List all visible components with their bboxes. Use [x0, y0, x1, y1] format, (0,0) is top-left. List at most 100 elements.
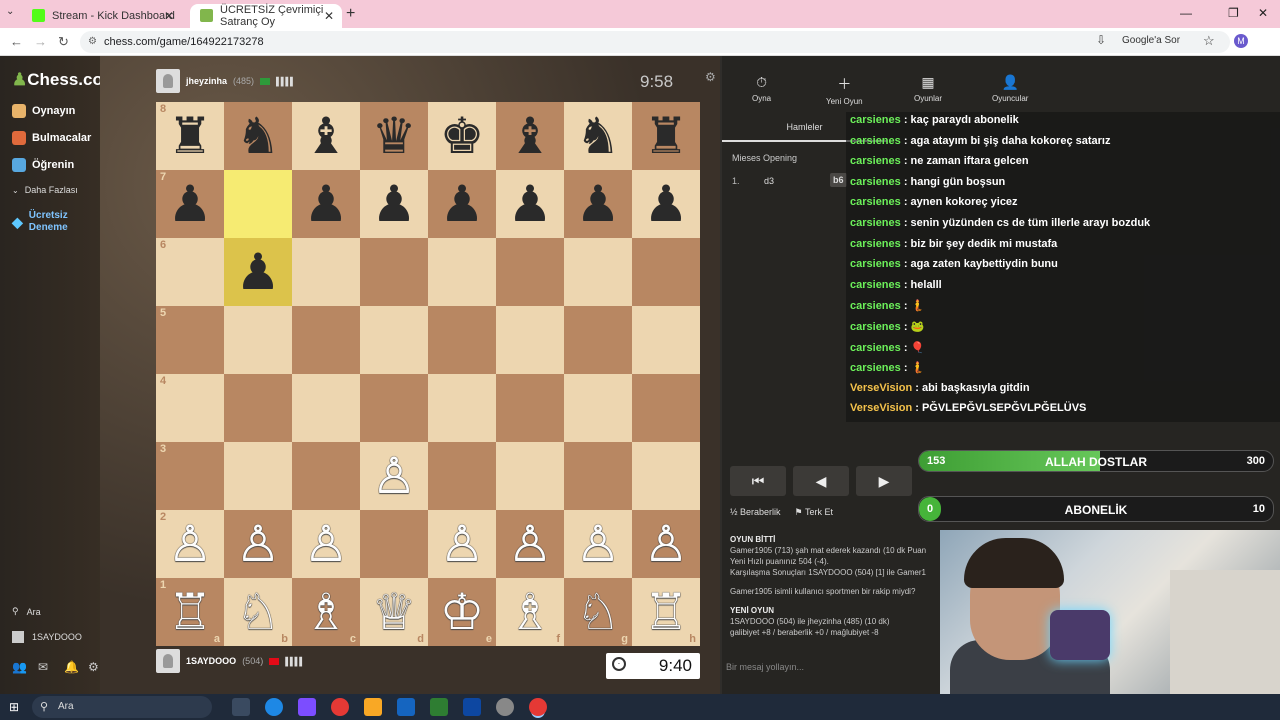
square-e7[interactable]: ♟ [428, 170, 496, 238]
square-e8[interactable]: ♚ [428, 102, 496, 170]
white-move[interactable]: d3 [764, 176, 774, 186]
square-a5[interactable]: 5 [156, 306, 224, 374]
url-field[interactable]: ⚙ chess.com/game/164922173278 [80, 31, 1230, 53]
square-b5[interactable] [224, 306, 292, 374]
sidebar-item-more[interactable]: ⌄ Daha Fazlası [12, 185, 78, 195]
install-icon[interactable]: ⇩ [1096, 33, 1106, 47]
messages-icon[interactable]: ✉ [38, 660, 48, 674]
sidebar-search[interactable]: ⚲ Ara [12, 606, 41, 617]
square-b7[interactable] [224, 170, 292, 238]
square-e6[interactable] [428, 238, 496, 306]
chess-piece[interactable]: ♜ [644, 111, 689, 161]
chess-piece[interactable]: ♘ [236, 587, 281, 637]
profile-avatar[interactable]: M [1234, 34, 1248, 48]
square-b1[interactable]: ♘ b [224, 578, 292, 646]
chrome-icon[interactable] [331, 698, 349, 716]
copilot-icon[interactable] [298, 698, 316, 716]
square-d1[interactable]: ♕ d [360, 578, 428, 646]
square-f8[interactable]: ♝ [496, 102, 564, 170]
black-move[interactable]: b6 [830, 173, 847, 187]
chess-piece[interactable]: ♚ [440, 111, 485, 161]
chess-piece[interactable]: ♖ [168, 587, 213, 637]
square-a8[interactable]: ♜ 8 [156, 102, 224, 170]
square-h1[interactable]: ♖ h [632, 578, 700, 646]
site-info-icon[interactable]: ⚙ [88, 31, 97, 53]
square-e1[interactable]: ♔ e [428, 578, 496, 646]
task-view-icon[interactable] [232, 698, 250, 716]
square-e3[interactable] [428, 442, 496, 510]
friends-icon[interactable]: 👥 [12, 660, 27, 674]
notifications-icon[interactable]: 🔔 [64, 660, 79, 674]
square-b2[interactable]: ♙ [224, 510, 292, 578]
reload-icon[interactable]: ↻ [58, 34, 69, 50]
chess-piece[interactable]: ♙ [644, 519, 689, 569]
chess-piece[interactable]: ♟ [372, 179, 417, 229]
store-icon[interactable] [430, 698, 448, 716]
square-b6[interactable]: ♟ [224, 238, 292, 306]
square-h6[interactable] [632, 238, 700, 306]
square-h4[interactable] [632, 374, 700, 442]
square-g3[interactable] [564, 442, 632, 510]
square-h2[interactable]: ♙ [632, 510, 700, 578]
square-g2[interactable]: ♙ [564, 510, 632, 578]
square-a6[interactable]: 6 [156, 238, 224, 306]
square-d6[interactable] [360, 238, 428, 306]
opening-name[interactable]: Mieses Opening [732, 153, 797, 163]
resign-button[interactable]: ⚑ Terk Et [795, 507, 833, 518]
square-d7[interactable]: ♟ [360, 170, 428, 238]
first-move-button[interactable]: ⏮ [730, 466, 786, 496]
tab-players[interactable]: 👤 Oyuncular [992, 74, 1028, 103]
square-d8[interactable]: ♛ [360, 102, 428, 170]
square-f1[interactable]: ♗ f [496, 578, 564, 646]
obs-icon[interactable] [496, 698, 514, 716]
square-g1[interactable]: ♘ g [564, 578, 632, 646]
edge-icon[interactable] [265, 698, 283, 716]
square-c6[interactable] [292, 238, 360, 306]
steam-icon[interactable] [463, 698, 481, 716]
square-d3[interactable]: ♙ [360, 442, 428, 510]
chrome-active-icon[interactable] [529, 698, 547, 716]
chess-piece[interactable]: ♞ [236, 111, 281, 161]
board-settings-icon[interactable]: ⚙ [705, 70, 716, 84]
chess-piece[interactable]: ♙ [168, 519, 213, 569]
square-b3[interactable] [224, 442, 292, 510]
square-h5[interactable] [632, 306, 700, 374]
sidebar-item-free-trial[interactable]: ◆ Ücretsiz Deneme [12, 210, 92, 234]
square-c5[interactable] [292, 306, 360, 374]
chess-piece[interactable]: ♟ [508, 179, 553, 229]
tab-new-game[interactable]: ＋ Yeni Oyun [826, 74, 863, 106]
chess-piece[interactable]: ♗ [304, 587, 349, 637]
chess-piece[interactable]: ♝ [508, 111, 553, 161]
close-tab-icon[interactable]: ✕ [324, 9, 334, 23]
chess-piece[interactable]: ♟ [304, 179, 349, 229]
chess-piece[interactable]: ♙ [372, 451, 417, 501]
tab-search-icon[interactable]: ⌄ [6, 6, 14, 17]
bookmark-icon[interactable]: ☆ [1203, 33, 1215, 49]
file-explorer-icon[interactable] [364, 698, 382, 716]
square-g7[interactable]: ♟ [564, 170, 632, 238]
tab-chess[interactable]: ÜCRETSİZ Çevrimiçi Satranç Oy ✕ [190, 4, 342, 28]
square-h3[interactable] [632, 442, 700, 510]
chess-piece[interactable]: ♟ [236, 247, 281, 297]
close-window-icon[interactable]: ✕ [1258, 6, 1268, 20]
square-a1[interactable]: ♖ 1 a [156, 578, 224, 646]
chess-piece[interactable]: ♙ [236, 519, 281, 569]
back-icon[interactable]: ← [10, 34, 23, 49]
square-g8[interactable]: ♞ [564, 102, 632, 170]
draw-button[interactable]: ½ Beraberlik [730, 507, 781, 518]
sidebar-item-play[interactable]: Oynayın [12, 104, 75, 118]
square-b4[interactable] [224, 374, 292, 442]
square-d5[interactable] [360, 306, 428, 374]
square-c3[interactable] [292, 442, 360, 510]
square-g4[interactable] [564, 374, 632, 442]
square-c4[interactable] [292, 374, 360, 442]
chess-piece[interactable]: ♕ [372, 587, 417, 637]
player-name[interactable]: 1SAYDOOO [186, 656, 236, 666]
square-e4[interactable] [428, 374, 496, 442]
square-a3[interactable]: 3 [156, 442, 224, 510]
square-f6[interactable] [496, 238, 564, 306]
square-h7[interactable]: ♟ [632, 170, 700, 238]
square-c2[interactable]: ♙ [292, 510, 360, 578]
prev-move-button[interactable]: ◀ [793, 466, 849, 496]
chess-piece[interactable]: ♟ [168, 179, 213, 229]
